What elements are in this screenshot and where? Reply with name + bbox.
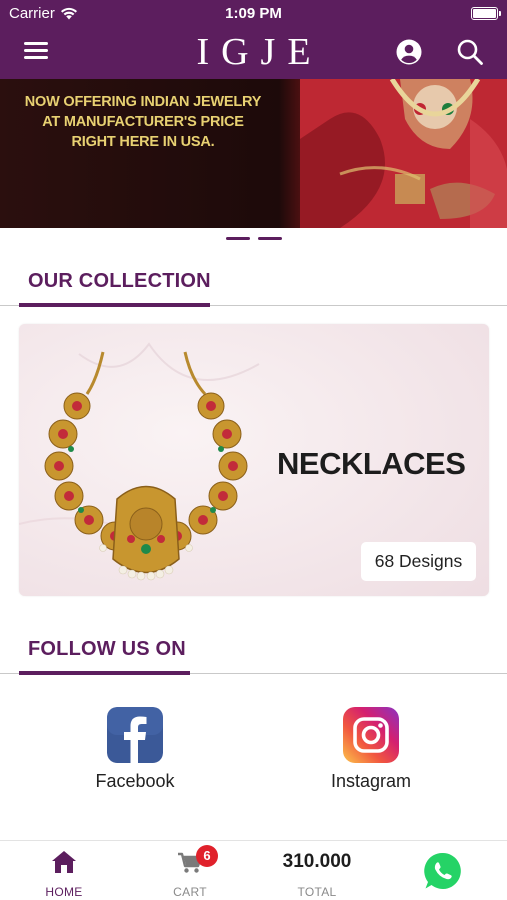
total-value: 310.000 — [282, 851, 352, 872]
tab-home[interactable]: HOME — [34, 841, 94, 900]
collection-section-header: OUR COLLECTION — [0, 255, 507, 307]
heading-underline — [19, 671, 190, 675]
instagram-link[interactable]: Instagram — [311, 707, 431, 792]
cart-count-badge: 6 — [196, 845, 218, 867]
carousel-dot[interactable] — [258, 237, 282, 240]
tab-home-label: HOME — [45, 885, 83, 899]
bottom-tab-bar: HOME 6 CART 310.000 TOTAL — [0, 840, 507, 900]
designs-count-badge: 68 Designs — [361, 542, 476, 581]
tab-cart-label: CART — [173, 885, 207, 899]
whatsapp-icon[interactable] — [423, 851, 463, 891]
follow-section-header: FOLLOW US ON — [0, 620, 507, 675]
follow-heading: FOLLOW US ON — [28, 638, 186, 660]
banner-line-1: NOW OFFERING INDIAN JEWELRY — [24, 94, 262, 110]
banner-line-2: AT MANUFACTURER'S PRICE — [42, 114, 244, 130]
facebook-link[interactable]: Facebook — [75, 707, 195, 792]
brand-logo[interactable]: IGJE — [0, 30, 507, 74]
home-icon — [52, 851, 76, 873]
tab-total[interactable]: 310.000 TOTAL — [272, 841, 362, 900]
status-time: 1:09 PM — [225, 5, 282, 22]
status-bar: Carrier 1:09 PM — [0, 0, 507, 28]
instagram-icon — [343, 707, 399, 763]
instagram-label: Instagram — [330, 771, 412, 791]
tab-total-label: TOTAL — [297, 885, 337, 899]
navigation-header: IGJE — [0, 28, 507, 79]
facebook-label: Facebook — [95, 771, 175, 791]
facebook-icon — [107, 707, 163, 763]
account-icon[interactable] — [395, 38, 423, 66]
banner-line-3: RIGHT HERE IN USA. — [71, 134, 215, 150]
top-app-bar: Carrier 1:09 PM IGJE — [0, 0, 507, 79]
search-icon[interactable] — [456, 38, 484, 66]
banner-text: NOW OFFERING INDIAN JEWELRY AT MANUFACTU… — [8, 92, 278, 152]
collection-heading: OUR COLLECTION — [28, 270, 211, 292]
necklaces-category-card[interactable]: NECKLACES 68 Designs — [19, 324, 489, 596]
heading-underline — [19, 303, 210, 307]
battery-icon — [471, 7, 501, 20]
category-title: NECKLACES — [277, 446, 466, 481]
carousel-dot[interactable] — [226, 237, 250, 240]
carousel-indicator[interactable] — [226, 237, 282, 240]
promo-banner[interactable]: NOW OFFERING INDIAN JEWELRY AT MANUFACTU… — [0, 79, 507, 228]
tab-cart[interactable]: 6 CART — [160, 841, 220, 900]
